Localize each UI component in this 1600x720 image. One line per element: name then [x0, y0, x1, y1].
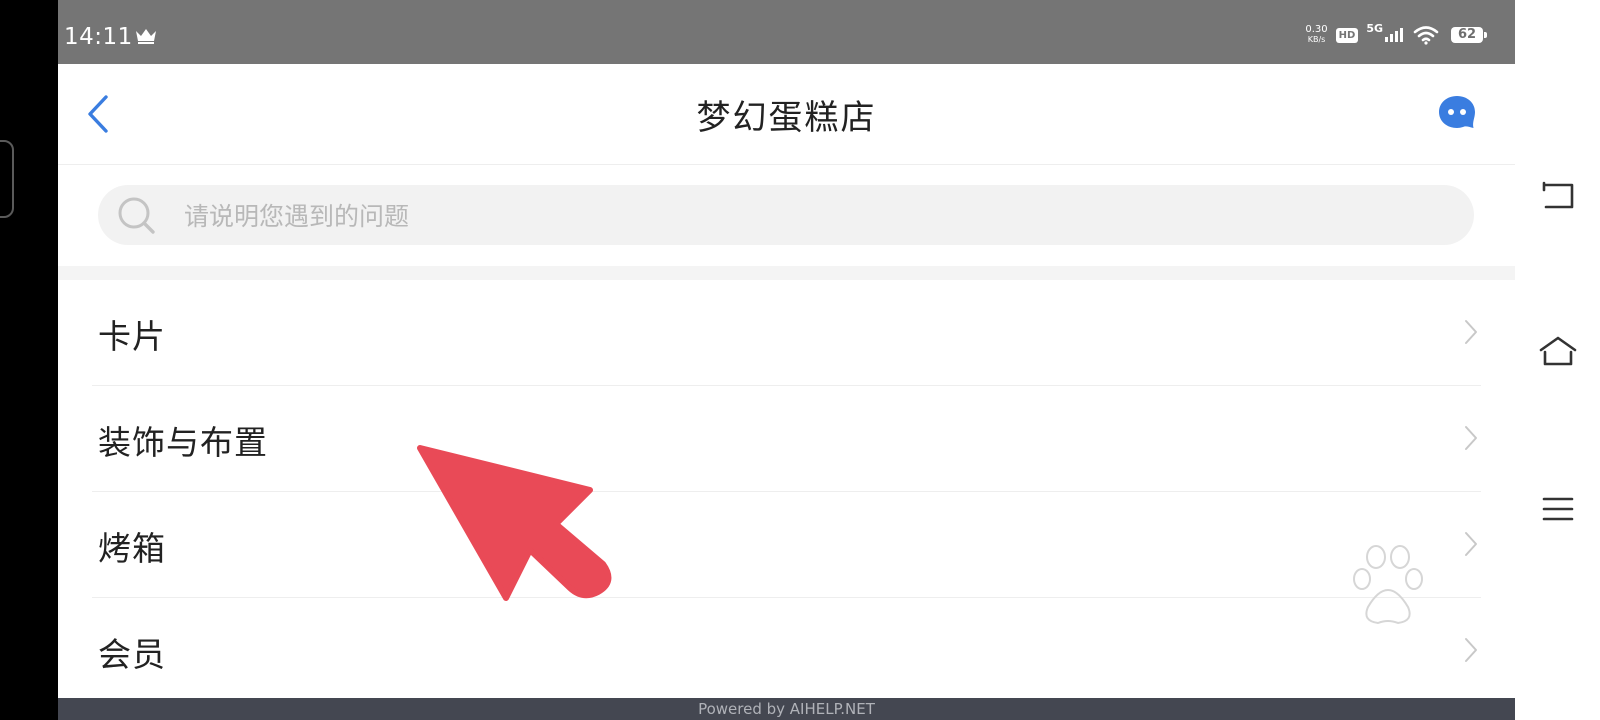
powered-by-footer: Powered by AIHELP.NET: [58, 698, 1515, 720]
crown-icon: [136, 29, 156, 44]
system-menu-button[interactable]: [1537, 488, 1579, 530]
search-section: [58, 165, 1515, 266]
chat-bubble-icon: [1439, 96, 1475, 128]
app-screen: 14:11 0.30 KB/s HD 5G 62 梦幻蛋糕店 请说明您遇到的问题…: [58, 0, 1515, 720]
search-bar[interactable]: [98, 185, 1474, 247]
network-speed-value: 0.30: [1305, 24, 1328, 35]
category-list: 卡片 装饰与布置 烤箱 会员: [58, 280, 1515, 704]
system-back-button[interactable]: [1537, 174, 1579, 216]
network-type-label: 5G: [1366, 21, 1383, 35]
list-item-label: 烤箱: [98, 529, 166, 568]
search-input[interactable]: [182, 185, 1446, 247]
menu-icon: [1542, 497, 1574, 521]
list-item-decoration[interactable]: 装饰与布置: [58, 386, 1515, 492]
status-indicators: 0.30 KB/s HD 5G 62: [1305, 21, 1487, 45]
battery-indicator: 62: [1451, 27, 1487, 43]
list-item-cards[interactable]: 卡片: [58, 280, 1515, 386]
section-separator: [58, 266, 1515, 280]
status-bar: 14:11 0.30 KB/s HD 5G 62: [58, 0, 1515, 64]
chevron-right-icon: [1465, 320, 1477, 344]
system-home-button[interactable]: [1537, 330, 1579, 372]
chevron-right-icon: [1465, 638, 1477, 662]
device-left-bezel: [0, 0, 58, 720]
chevron-right-icon: [1465, 426, 1477, 450]
status-time: 14:11: [64, 24, 133, 50]
back-return-icon: [1542, 181, 1574, 209]
signal-icon: [1385, 28, 1403, 42]
bezel-notch: [0, 140, 14, 218]
list-item-label: 会员: [98, 635, 166, 674]
list-item-oven[interactable]: 烤箱: [58, 492, 1515, 598]
navigation-bar: 梦幻蛋糕店: [58, 64, 1515, 165]
list-item-label: 装饰与布置: [98, 423, 268, 462]
list-item-membership[interactable]: 会员: [58, 598, 1515, 704]
chevron-right-icon: [1465, 532, 1477, 556]
hd-badge: HD: [1335, 27, 1359, 43]
wifi-icon: [1413, 26, 1439, 45]
chat-button[interactable]: [1435, 92, 1479, 136]
network-speed-unit: KB/s: [1307, 35, 1326, 44]
search-icon: [118, 197, 155, 234]
system-navigation-bar: [1515, 0, 1600, 720]
home-icon: [1539, 336, 1577, 366]
list-item-label: 卡片: [98, 317, 166, 356]
page-title: 梦幻蛋糕店: [696, 98, 877, 138]
network-speed: 0.30 KB/s: [1305, 25, 1327, 45]
